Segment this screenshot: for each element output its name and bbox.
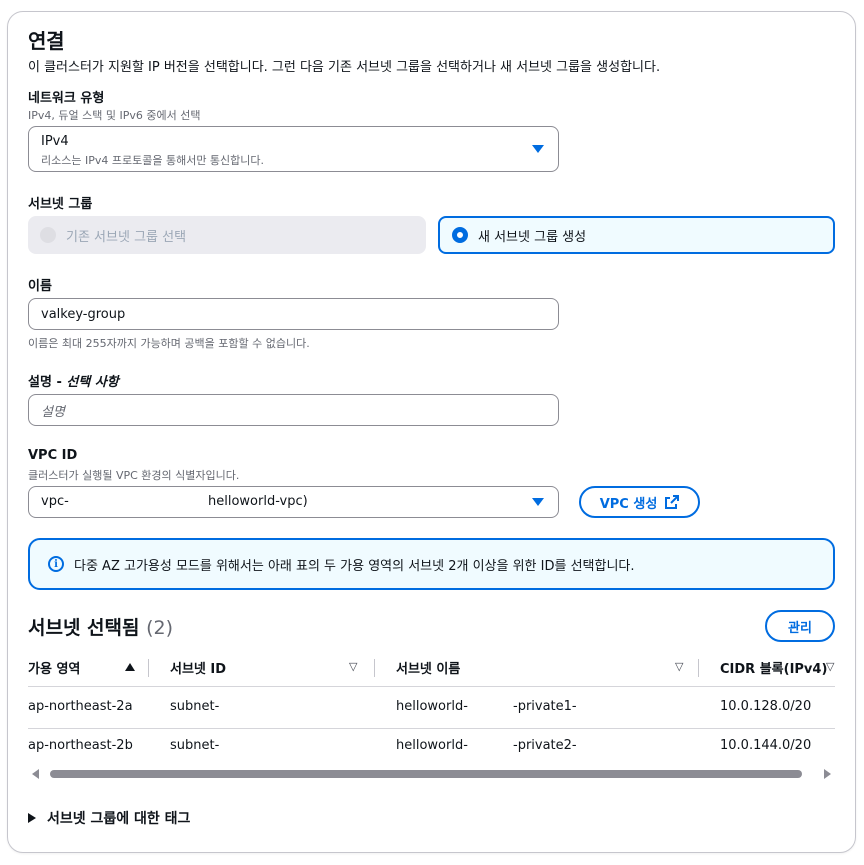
radio-unchecked-icon: [40, 227, 56, 243]
description-label: 설명 - 선택 사항: [28, 375, 119, 390]
radio-new-label: 새 서브넷 그룹 생성: [478, 229, 587, 245]
section-title: 연결: [28, 29, 65, 53]
chevron-down-icon: [532, 145, 544, 153]
subnets-selected-title: 서브넷 선택됨 (2): [28, 617, 174, 639]
sort-icon[interactable]: ▽: [675, 660, 683, 673]
vpc-value-suffix: helloworld-vpc): [208, 494, 308, 509]
scroll-left-icon[interactable]: [32, 769, 39, 779]
cell-subnet-name-suffix: -private2-: [513, 738, 577, 753]
network-type-select[interactable]: IPv4 리소스는 IPv4 프로토콜을 통해서만 통신합니다.: [28, 126, 559, 172]
cell-subnet-name: helloworld-: [396, 699, 468, 714]
column-header-cidr[interactable]: CIDR 블록(IPv4): [720, 658, 827, 677]
cell-subnet-id: subnet-: [170, 738, 220, 753]
name-label: 이름: [28, 279, 52, 294]
network-type-value-desc: 리소스는 IPv4 프로토콜을 통해서만 통신합니다.: [41, 154, 265, 167]
vpc-value-prefix: vpc-: [41, 494, 69, 509]
subnet-group-label: 서브넷 그룹: [28, 197, 93, 212]
manage-button[interactable]: 관리: [765, 610, 835, 642]
scroll-right-icon[interactable]: [824, 769, 831, 779]
column-header-subnet-id[interactable]: 서브넷 ID: [170, 658, 226, 677]
column-divider[interactable]: [148, 659, 149, 677]
sort-ascending-icon[interactable]: [125, 663, 135, 671]
column-header-subnet-name[interactable]: 서브넷 이름: [396, 658, 460, 677]
cell-subnet-name-suffix: -private1-: [513, 699, 577, 714]
caret-right-icon: [28, 813, 36, 823]
radio-checked-icon: [452, 227, 468, 243]
sort-icon[interactable]: ▽: [349, 660, 357, 673]
header-divider: [28, 686, 835, 687]
vpc-id-label: VPC ID: [28, 448, 78, 463]
subnets-count: (2): [146, 617, 174, 639]
description-placeholder: 설명: [41, 404, 65, 420]
section-description: 이 클러스터가 지원할 IP 버전을 선택합니다. 그런 다음 기존 서브넷 그…: [28, 60, 661, 75]
radio-existing-label: 기존 서브넷 그룹 선택: [66, 229, 187, 245]
row-divider: [28, 728, 835, 729]
cell-cidr: 10.0.128.0/20: [720, 699, 812, 714]
info-icon: i: [48, 556, 64, 572]
column-divider[interactable]: [374, 659, 375, 677]
tags-section-title: 서브넷 그룹에 대한 태그: [47, 811, 191, 827]
sort-icon[interactable]: ▽: [826, 660, 834, 673]
cell-az: ap-northeast-2a: [28, 699, 133, 714]
cell-subnet-name: helloworld-: [396, 738, 468, 753]
alert-text: 다중 AZ 고가용성 모드를 위해서는 아래 표의 두 가용 영역의 서브넷 2…: [74, 558, 635, 574]
name-input[interactable]: valkey-group: [28, 298, 559, 330]
name-hint: 이름은 최대 255자까지 가능하며 공백을 포함할 수 없습니다.: [28, 337, 310, 350]
radio-new-subnet-group[interactable]: 새 서브넷 그룹 생성: [438, 216, 835, 254]
column-divider[interactable]: [698, 659, 699, 677]
cell-subnet-id: subnet-: [170, 699, 220, 714]
info-alert: i 다중 AZ 고가용성 모드를 위해서는 아래 표의 두 가용 영역의 서브넷…: [28, 538, 835, 590]
create-vpc-button[interactable]: VPC 생성: [579, 486, 700, 518]
vpc-id-select[interactable]: vpc- helloworld-vpc): [28, 486, 559, 518]
network-type-hint: IPv4, 듀얼 스택 및 IPv6 중에서 선택: [28, 109, 201, 122]
description-input[interactable]: 설명: [28, 394, 559, 426]
tags-expandable-section[interactable]: 서브넷 그룹에 대한 태그: [28, 808, 190, 828]
vpc-id-hint: 클러스터가 실행될 VPC 환경의 식별자입니다.: [28, 469, 240, 482]
name-input-value: valkey-group: [41, 306, 126, 322]
external-link-icon: [665, 495, 680, 509]
radio-existing-subnet-group[interactable]: 기존 서브넷 그룹 선택: [28, 216, 426, 254]
column-header-az[interactable]: 가용 영역: [28, 658, 80, 677]
horizontal-scrollbar[interactable]: [50, 770, 802, 778]
network-type-label: 네트워크 유형: [28, 91, 105, 106]
chevron-down-icon: [532, 498, 544, 506]
cell-cidr: 10.0.144.0/20: [720, 738, 812, 753]
network-type-value: IPv4: [41, 134, 69, 149]
cell-az: ap-northeast-2b: [28, 738, 133, 753]
